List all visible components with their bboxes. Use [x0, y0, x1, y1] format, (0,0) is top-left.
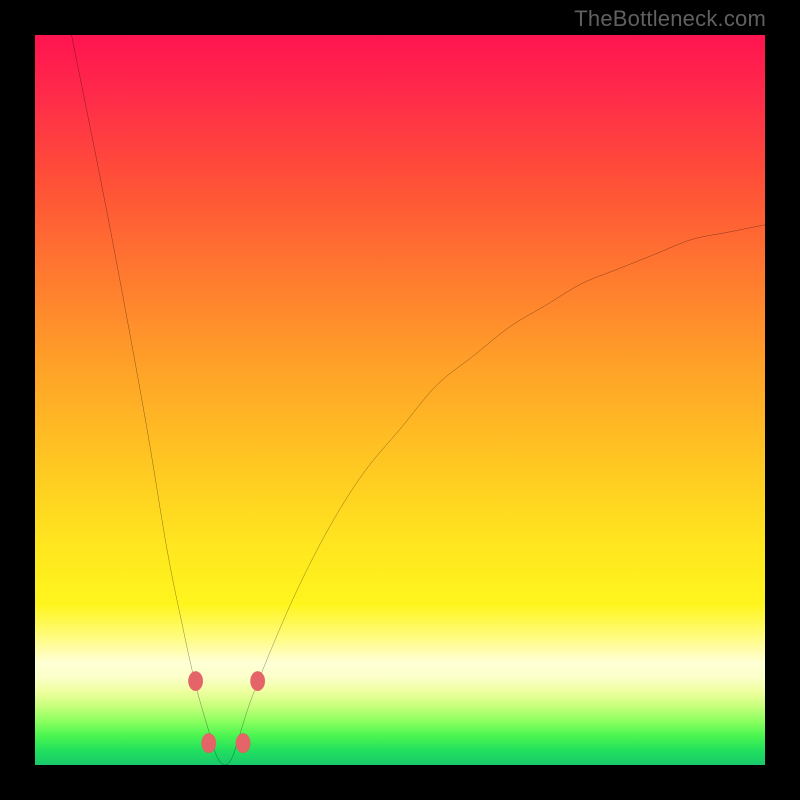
optimal-marker-3 — [250, 671, 265, 691]
optimal-markers — [188, 671, 265, 753]
bottleneck-curve — [72, 35, 766, 765]
optimal-marker-0 — [188, 671, 203, 691]
optimal-marker-2 — [236, 733, 251, 753]
watermark-text: TheBottleneck.com — [574, 6, 766, 32]
plot-area — [35, 35, 765, 765]
bottleneck-curve-svg — [35, 35, 765, 765]
chart-frame: TheBottleneck.com — [0, 0, 800, 800]
optimal-marker-1 — [201, 733, 216, 753]
